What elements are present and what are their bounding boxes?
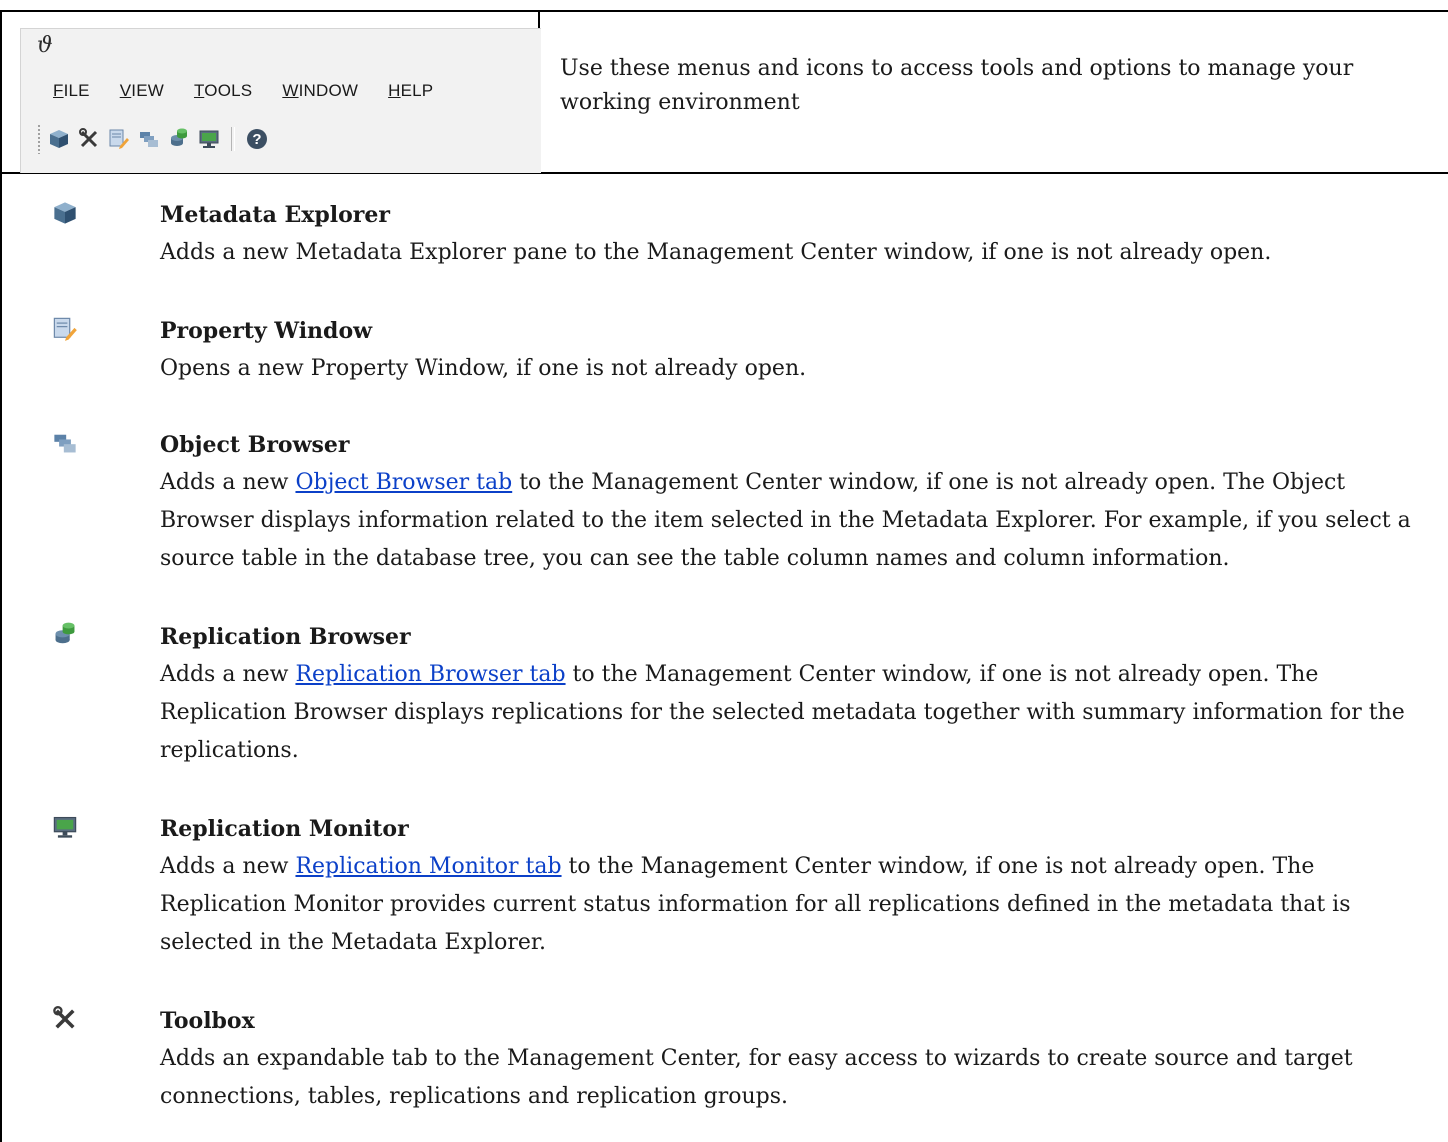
item-title: Property Window	[160, 318, 373, 344]
item-title: Replication Monitor	[160, 816, 409, 842]
menu-tools[interactable]: TOOLS	[194, 81, 252, 101]
app-menu-screenshot: ϑ FILE VIEW TOOLS WINDOW HELP ?	[20, 28, 541, 173]
metadata-explorer-cube-icon	[52, 200, 78, 226]
toolbox-icon[interactable]	[75, 125, 103, 153]
replication-monitor-icon[interactable]	[195, 125, 223, 153]
object-browser-icon	[52, 430, 78, 456]
toolbar: ?	[37, 121, 273, 157]
menu-help[interactable]: HELP	[388, 81, 433, 101]
property-window-icon[interactable]	[105, 125, 133, 153]
help-icon[interactable]: ?	[243, 125, 271, 153]
object-browser-tab-link[interactable]: Object Browser tab	[295, 470, 512, 495]
replication-monitor-icon	[52, 814, 78, 840]
item-description: Opens a new Property Window, if one is n…	[160, 356, 807, 381]
menu-bar: FILE VIEW TOOLS WINDOW HELP	[53, 81, 463, 101]
item-description: Adds a new Replication Monitor tab to th…	[160, 854, 1351, 955]
item-title: Toolbox	[160, 1008, 255, 1034]
screenshot-cell: ϑ FILE VIEW TOOLS WINDOW HELP ?	[2, 12, 541, 173]
replication-browser-icon	[52, 622, 78, 648]
menu-file[interactable]: FILE	[53, 81, 90, 101]
header-description: Use these menus and icons to access tool…	[560, 56, 1354, 115]
svg-text:?: ?	[252, 131, 261, 148]
property-window-icon	[52, 316, 78, 342]
menu-view[interactable]: VIEW	[120, 81, 164, 101]
item-description: Adds a new Replication Browser tab to th…	[160, 662, 1405, 763]
item-title: Metadata Explorer	[160, 202, 390, 228]
toolbar-grip-handle[interactable]	[37, 124, 41, 154]
toolbox-icon	[52, 1006, 78, 1032]
item-title: Object Browser	[160, 432, 350, 458]
item-title: Replication Browser	[160, 624, 411, 650]
item-description: Adds a new Metadata Explorer pane to the…	[160, 240, 1272, 265]
app-logo-icon: ϑ	[37, 33, 53, 58]
reference-table: ϑ FILE VIEW TOOLS WINDOW HELP ? Use thes…	[0, 10, 1448, 1142]
header-row: ϑ FILE VIEW TOOLS WINDOW HELP ? Use thes…	[2, 12, 1448, 174]
menu-window[interactable]: WINDOW	[282, 81, 358, 101]
object-browser-icon[interactable]	[135, 125, 163, 153]
toolbar-separator	[231, 127, 235, 151]
metadata-explorer-cube-icon[interactable]	[45, 125, 73, 153]
item-description: Adds an expandable tab to the Management…	[160, 1046, 1353, 1109]
replication-browser-icon[interactable]	[165, 125, 193, 153]
replication-browser-tab-link[interactable]: Replication Browser tab	[295, 662, 565, 687]
replication-monitor-tab-link[interactable]: Replication Monitor tab	[295, 854, 561, 879]
item-description: Adds a new Object Browser tab to the Man…	[160, 470, 1411, 571]
